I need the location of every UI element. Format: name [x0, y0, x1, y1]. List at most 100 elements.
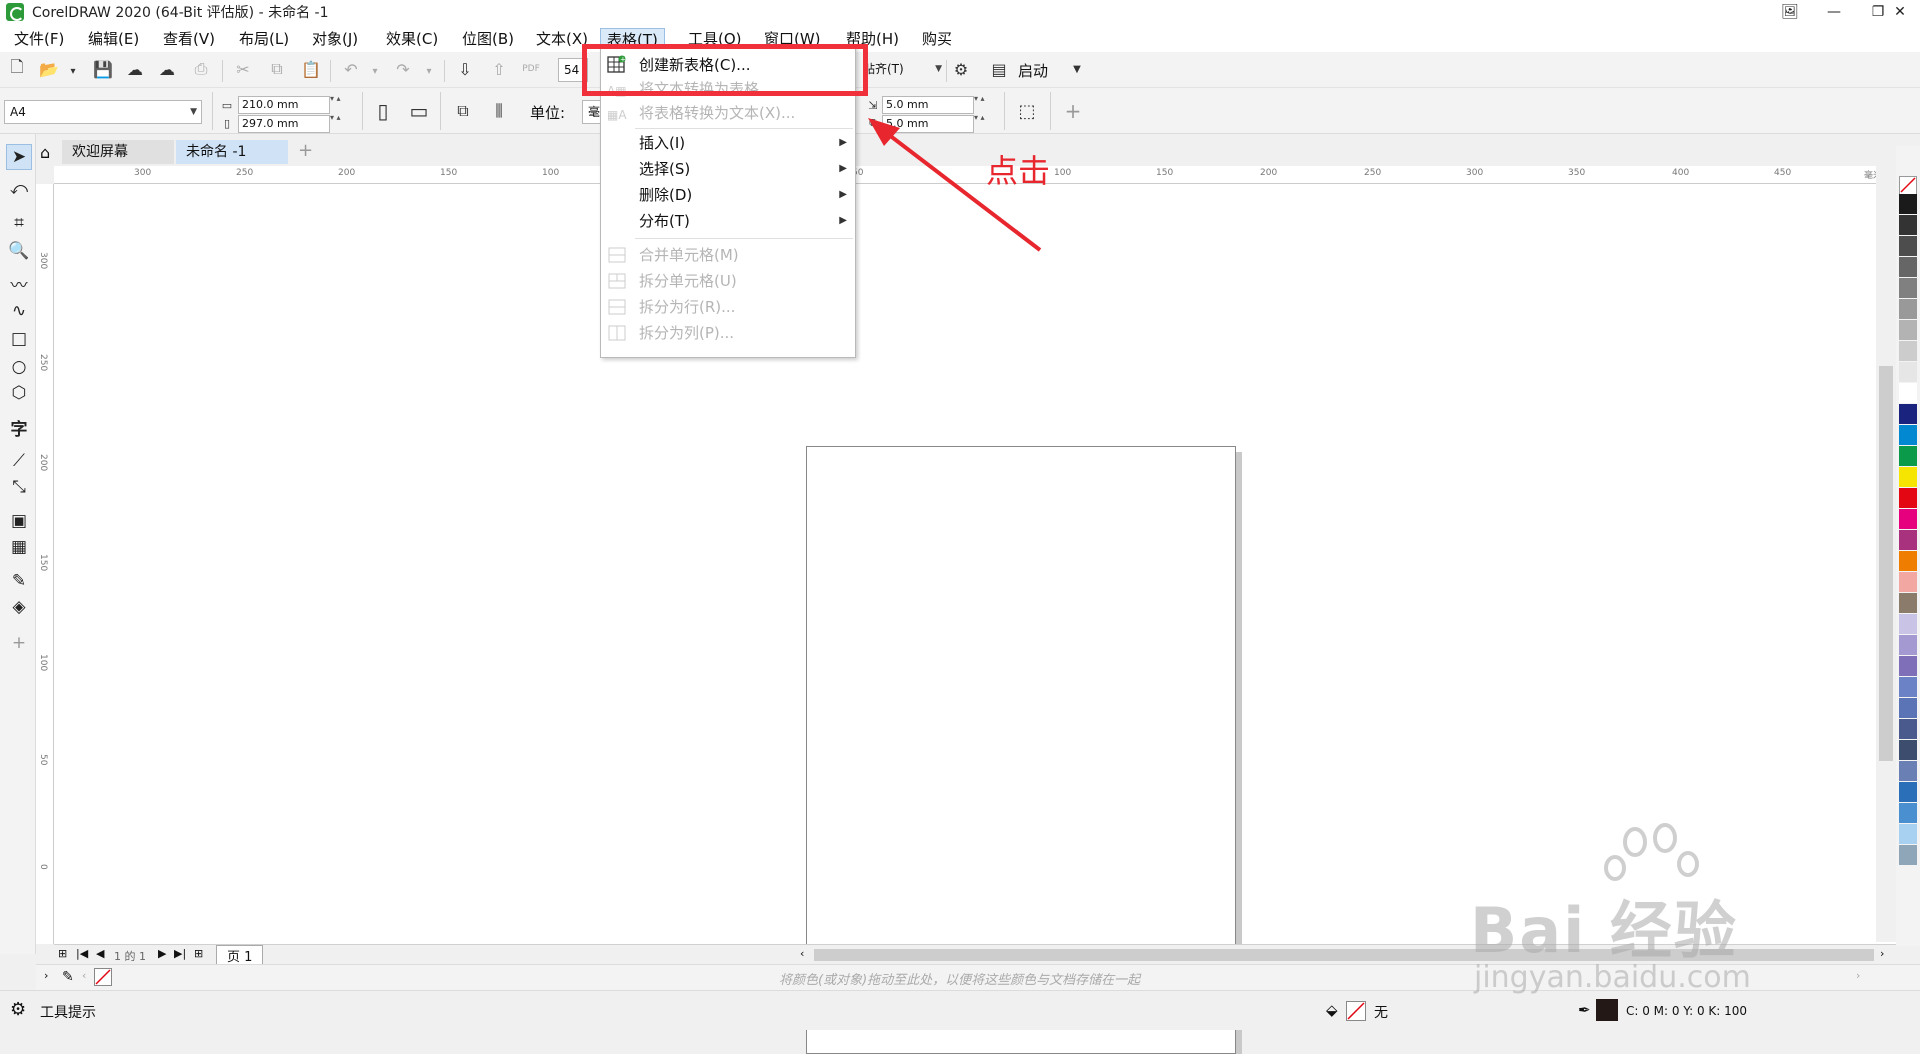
last-page-icon[interactable]: ▶| — [174, 947, 186, 960]
nudge-spinner-icon[interactable]: ▾ ▴ — [974, 94, 985, 103]
unit-select[interactable]: 毫 — [582, 100, 600, 124]
previous-page-icon[interactable]: ◀ — [96, 947, 104, 960]
palette-swatch[interactable] — [1899, 236, 1917, 256]
palette-swatch[interactable] — [1899, 803, 1917, 823]
redo-dropdown-icon[interactable]: ▾ — [418, 60, 440, 82]
tab-document[interactable]: 未命名 -1 — [176, 140, 288, 164]
palette-swatch[interactable] — [1899, 467, 1917, 487]
width-spinner-icon[interactable]: ▾ ▴ — [330, 94, 341, 103]
freehand-tool-icon[interactable]: 〰 — [6, 270, 32, 296]
options-gear-icon[interactable]: ⚙ — [950, 58, 972, 80]
menu-object[interactable]: 对象(J) — [312, 28, 358, 50]
open-dropdown-icon[interactable]: ▾ — [62, 60, 84, 82]
add-page-after-icon[interactable]: ⊞ — [194, 947, 203, 960]
fill-none-swatch[interactable] — [1346, 1001, 1366, 1021]
new-document-icon[interactable]: 🗋 — [6, 57, 28, 80]
outline-color-swatch[interactable] — [1596, 999, 1618, 1021]
import-icon[interactable]: ⇩ — [454, 58, 476, 80]
palette-swatch[interactable] — [1899, 698, 1917, 718]
minimize-button[interactable]: — — [1812, 0, 1856, 24]
add-page-before-icon[interactable]: ⊞ — [58, 947, 67, 960]
publish-pdf-icon[interactable]: PDF — [520, 58, 542, 80]
vertical-scrollbar[interactable] — [1876, 166, 1896, 942]
dimension-tool-icon[interactable]: ⟋ — [6, 448, 32, 474]
menu-edit[interactable]: 编辑(E) — [88, 28, 139, 50]
palette-swatch[interactable] — [1899, 278, 1917, 298]
launch-dropdown-icon[interactable]: ▼ — [1066, 58, 1088, 80]
eyedropper-tool-icon[interactable]: ✎ — [6, 568, 32, 594]
menu-text[interactable]: 文本(X) — [536, 28, 588, 50]
print-icon[interactable]: ⎙ — [190, 58, 212, 80]
menu-buy[interactable]: 购买 — [922, 28, 952, 50]
all-pages-icon[interactable]: ⧉ — [452, 100, 474, 122]
export-icon[interactable]: ⇧ — [488, 58, 510, 80]
palette-swatch[interactable] — [1899, 530, 1917, 550]
menu-delete[interactable]: 删除(D) ▶ — [601, 183, 855, 207]
portrait-icon[interactable]: ▯ — [372, 99, 394, 123]
page-size-select[interactable]: A4 ▼ — [4, 100, 202, 124]
menu-effects[interactable]: 效果(C) — [386, 28, 438, 50]
landscape-icon[interactable]: ▭ — [408, 99, 430, 123]
add-tool-icon[interactable]: + — [6, 630, 32, 656]
tab-welcome-screen[interactable]: 欢迎屏幕 — [62, 140, 174, 164]
launch-icon[interactable]: ▤ — [988, 58, 1010, 80]
paste-icon[interactable]: 📋 — [300, 58, 322, 80]
scroll-left-icon[interactable]: ‹ — [800, 947, 804, 960]
palette-swatch[interactable] — [1899, 572, 1917, 592]
dock-expand-icon[interactable]: › — [44, 969, 48, 982]
dock-eyedropper-icon[interactable]: ✎ — [62, 969, 74, 985]
add-icon[interactable]: + — [1062, 99, 1084, 123]
connector-tool-icon[interactable]: ⤡ — [6, 474, 32, 500]
palette-swatch[interactable] — [1899, 425, 1917, 445]
undo-dropdown-icon[interactable]: ▾ — [364, 60, 386, 82]
shape-tool-icon[interactable]: ⤺ — [6, 176, 32, 202]
no-color-swatch[interactable] — [94, 968, 112, 986]
cloud-upload-icon[interactable]: ☁ — [156, 58, 178, 80]
close-button[interactable]: ✕ — [1880, 0, 1920, 24]
menu-split-into-columns[interactable]: 拆分为列(P)... — [601, 321, 855, 345]
cloud-download-icon[interactable]: ☁ — [124, 58, 146, 80]
palette-swatch[interactable] — [1899, 845, 1917, 865]
copy-icon[interactable]: ⧉ — [266, 58, 288, 80]
palette-swatch[interactable] — [1899, 782, 1917, 802]
current-page-icon[interactable]: ⫼ — [488, 100, 510, 122]
palette-swatch[interactable] — [1899, 299, 1917, 319]
vertical-scroll-thumb[interactable] — [1879, 366, 1893, 761]
menu-distribute[interactable]: 分布(T) ▶ — [601, 209, 855, 233]
menu-split-into-rows[interactable]: 拆分为行(R)... — [601, 295, 855, 319]
save-icon[interactable]: 💾 — [92, 58, 114, 80]
page-tab[interactable]: 页 1 — [216, 945, 264, 965]
menu-select[interactable]: 选择(S) ▶ — [601, 157, 855, 181]
palette-swatch[interactable] — [1899, 551, 1917, 571]
menu-file[interactable]: 文件(F) — [14, 28, 64, 50]
undo-icon[interactable]: ↶ — [340, 58, 362, 80]
artistic-media-icon[interactable]: ∿ — [6, 298, 32, 324]
launch-label[interactable]: 启动 — [1018, 60, 1048, 81]
menu-layout[interactable]: 布局(L) — [239, 28, 289, 50]
palette-swatch[interactable] — [1899, 656, 1917, 676]
polygon-tool-icon[interactable]: ⬡ — [6, 380, 32, 406]
drop-shadow-icon[interactable]: ▣ — [6, 508, 32, 534]
palette-swatch[interactable] — [1899, 446, 1917, 466]
palette-swatch[interactable] — [1899, 320, 1917, 340]
interactive-fill-icon[interactable]: ◈ — [6, 594, 32, 620]
menu-view[interactable]: 查看(V) — [163, 28, 215, 50]
palette-swatch[interactable] — [1899, 824, 1917, 844]
pick-tool-icon[interactable]: ➤ — [6, 144, 32, 170]
menu-bitmaps[interactable]: 位图(B) — [462, 28, 514, 50]
menu-merge-cells[interactable]: 合并单元格(M) — [601, 243, 855, 267]
window-icon-button[interactable]: 🖼 — [1768, 0, 1812, 24]
menu-convert-table-to-text[interactable]: ▦A 将表格转换为文本(X)... — [601, 101, 855, 125]
page-width-field[interactable]: 210.0 mm — [238, 96, 330, 114]
palette-swatch[interactable] — [1899, 593, 1917, 613]
palette-swatch[interactable] — [1899, 677, 1917, 697]
menu-insert[interactable]: 插入(I) ▶ — [601, 131, 855, 155]
open-icon[interactable]: 📂 — [38, 58, 60, 80]
vertical-ruler[interactable]: 300 250 200 150 100 50 0 — [36, 184, 54, 944]
palette-swatch[interactable] — [1899, 509, 1917, 529]
palette-swatch[interactable] — [1899, 761, 1917, 781]
text-tool-icon[interactable]: 字 — [6, 414, 32, 440]
palette-swatch[interactable] — [1899, 341, 1917, 361]
palette-swatch[interactable] — [1899, 740, 1917, 760]
redo-icon[interactable]: ↷ — [392, 58, 414, 80]
